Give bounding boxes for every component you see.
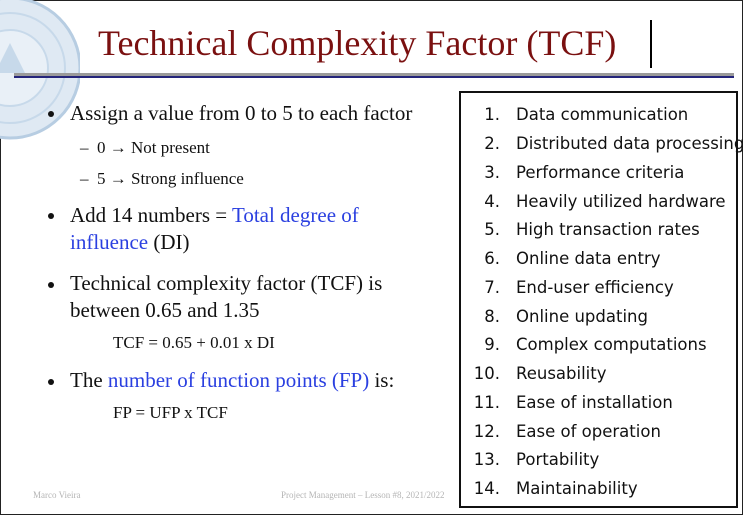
factor-item: 10. Reusability (461, 364, 738, 392)
bullet-dot (48, 213, 54, 219)
factor-number: 6. (484, 249, 500, 268)
factor-item: 2. Distributed data processing (461, 134, 743, 162)
factor-label: Performance criteria (516, 163, 685, 182)
factor-item: 14. Maintainability (461, 479, 738, 507)
highlight-function-points: number of function points (FP) (107, 368, 370, 392)
dash: – (80, 138, 97, 157)
bullet-add-numbers: Add 14 numbers = Total degree of influen… (70, 202, 410, 256)
factor-number: 5. (484, 220, 500, 239)
sub-item-strong-influence: – 5 → Strong influence (80, 169, 244, 189)
university-seal-watermark (0, 0, 80, 140)
factor-number: 12. (473, 422, 500, 441)
factor-item: 3. Performance criteria (461, 163, 738, 191)
factor-label: Online updating (516, 307, 648, 326)
factor-label: Ease of installation (516, 393, 673, 412)
title-divider-accent (14, 76, 734, 78)
bullet-text: Technical complexity factor (TCF) is bet… (70, 271, 383, 322)
factor-label: Complex computations (516, 335, 707, 354)
text-cursor (650, 20, 652, 68)
fp-formula: FP = UFP x TCF (113, 403, 228, 422)
bullet-text: (DI) (148, 230, 190, 254)
factor-item: 8. Online updating (461, 307, 738, 335)
factor-item: 6. Online data entry (461, 249, 738, 277)
factor-item: 12. Ease of operation (461, 422, 738, 450)
sub-item-not-present: – 0 → Not present (80, 138, 210, 158)
factor-number: 8. (484, 307, 500, 326)
factor-number: 9. (484, 335, 500, 354)
factor-label: End-user efficiency (516, 278, 674, 297)
bullet-text: Assign a value from 0 to 5 to each facto… (70, 101, 413, 125)
bullet-function-points: The number of function points (FP) is: (70, 367, 450, 394)
dash: – (80, 169, 97, 188)
factor-label: Reusability (516, 364, 607, 383)
sub-item-text: 5 → Strong influence (97, 169, 244, 188)
factor-number: 3. (484, 163, 500, 182)
factor-number: 7. (484, 278, 500, 297)
factor-item: 7. End-user efficiency (461, 278, 738, 306)
factor-list-box: 1. Data communication 2. Distributed data … (459, 91, 743, 508)
factor-item: 4. Heavily utilized hardware (461, 192, 738, 220)
factor-item: 5. High transaction rates (461, 220, 738, 248)
factor-number: 2. (484, 134, 500, 153)
factor-label: Data communication (516, 105, 689, 124)
factor-label: Heavily utilized hardware (516, 192, 726, 211)
factor-item: 1. Data communication (461, 105, 738, 133)
factor-label: High transaction rates (516, 220, 700, 239)
sub-item-text: 0 → Not present (97, 138, 210, 157)
bullet-dot (48, 282, 54, 288)
factor-label: Maintainability (516, 479, 638, 498)
bullet-text: Add 14 numbers = (70, 203, 232, 227)
footer-course: Project Management – Lesson #8, 2021/202… (281, 490, 445, 500)
bullet-dot (48, 111, 54, 117)
factor-number: 11. (473, 393, 500, 412)
slide-title: Technical Complexity Factor (TCF) (98, 23, 617, 63)
footer-author: Marco Vieira (33, 490, 81, 500)
factor-item: 9. Complex computations (461, 335, 738, 363)
factor-number: 4. (484, 192, 500, 211)
tcf-formula: TCF = 0.65 + 0.01 x DI (113, 333, 275, 352)
factor-label: Distributed data processing (516, 134, 743, 153)
factor-number: 1. (484, 105, 500, 124)
bullet-assign-value: Assign a value from 0 to 5 to each facto… (70, 100, 450, 127)
factor-number: 13. (473, 450, 500, 469)
factor-number: 14. (473, 479, 500, 498)
factor-label: Portability (516, 450, 600, 469)
bullet-text: is: (369, 368, 395, 392)
bullet-tcf-range: Technical complexity factor (TCF) is bet… (70, 270, 440, 324)
bullet-dot (48, 379, 54, 385)
factor-item: 13. Portability (461, 450, 738, 478)
factor-label: Ease of operation (516, 422, 661, 441)
factor-number: 10. (473, 364, 500, 383)
factor-item: 11. Ease of installation (461, 393, 738, 421)
bullet-text: The (70, 368, 108, 392)
factor-label: Online data entry (516, 249, 661, 268)
